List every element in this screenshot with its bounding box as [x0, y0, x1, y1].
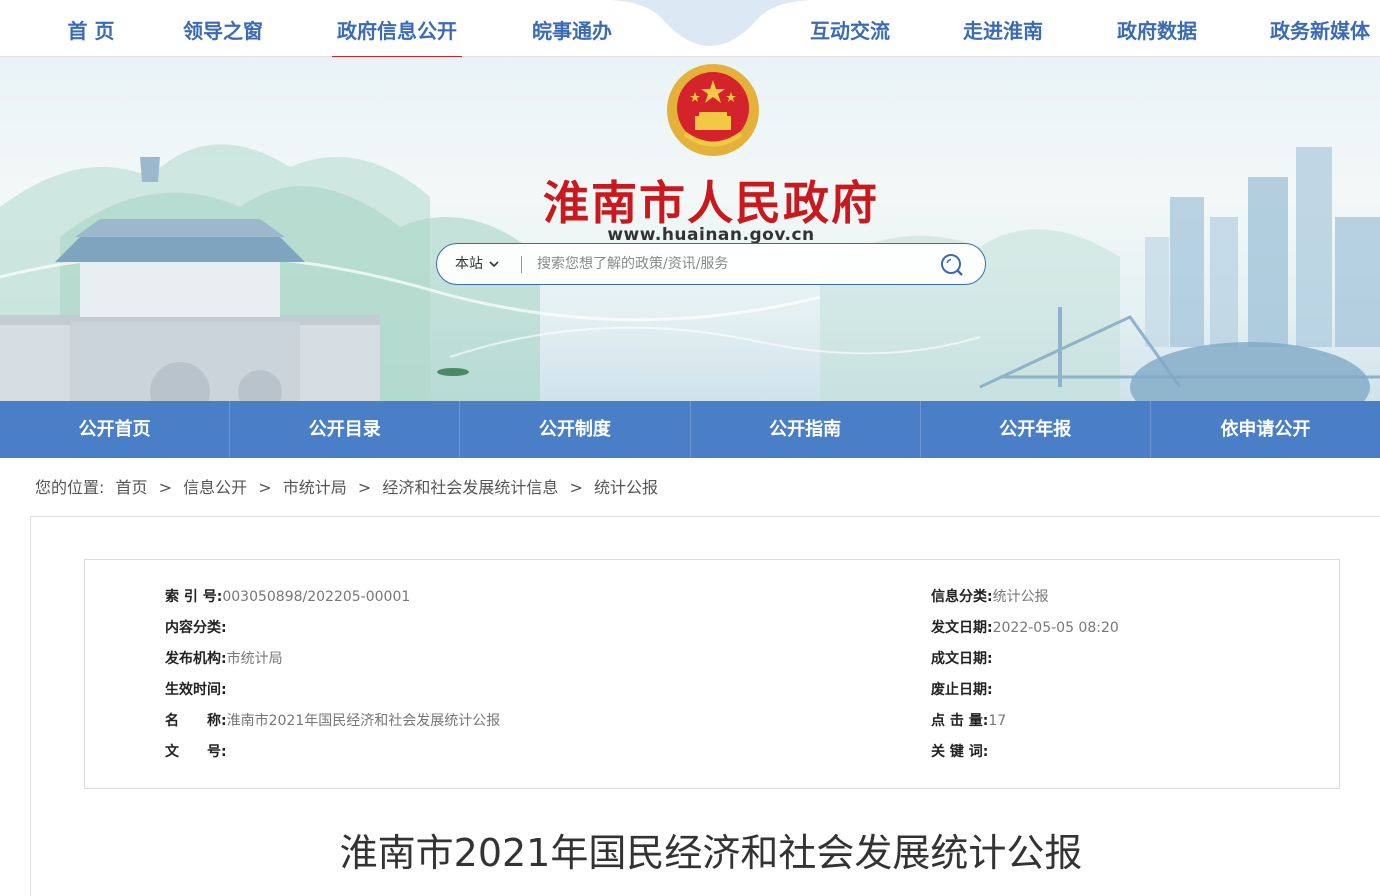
site-title: 淮南市人民政府: [543, 176, 879, 230]
nav-item-about[interactable]: 走进淮南: [958, 0, 1048, 57]
search-bar: 本站: [436, 243, 986, 285]
meta-label: 文 号:: [165, 744, 227, 760]
breadcrumb-link-bureau[interactable]: 市统计局: [283, 478, 347, 497]
meta-label: 废止日期:: [931, 682, 993, 698]
top-navigation: 首 页 领导之窗 政府信息公开 皖事通办 互动交流 走进淮南 政府数据 政务新媒…: [0, 0, 1380, 58]
header-banner: 淮南市人民政府 www.huainan.gov.cn: [0, 57, 1380, 401]
meta-value: 淮南市2021年国民经济和社会发展统计公报: [226, 713, 501, 729]
meta-index-number: 索 引 号:003050898/202205-00001: [165, 587, 410, 607]
nav-item-services[interactable]: 皖事通办: [528, 0, 616, 57]
meta-expiry-date: 废止日期:: [931, 680, 993, 700]
breadcrumb-separator: >: [158, 478, 173, 497]
search-scope-label: 本站: [455, 256, 483, 272]
document-metadata-table: 索 引 号:003050898/202205-00001 内容分类: 发布机构:…: [84, 559, 1340, 789]
breadcrumb-link-category[interactable]: 经济和社会发展统计信息: [382, 478, 558, 497]
breadcrumb-link-home[interactable]: 首页: [116, 478, 148, 497]
meta-publisher: 发布机构:市统计局: [165, 649, 283, 669]
meta-document-number: 文 号:: [165, 742, 227, 762]
meta-label: 点 击 量:: [931, 713, 989, 729]
nav-item-data[interactable]: 政府数据: [1112, 0, 1202, 57]
meta-label: 名 称:: [165, 713, 227, 729]
meta-value: 2022-05-05 08:20: [992, 620, 1119, 636]
subnav-item-system[interactable]: 公开制度: [460, 401, 691, 458]
breadcrumb-separator: >: [357, 478, 372, 497]
nav-item-leaders[interactable]: 领导之窗: [178, 0, 268, 57]
breadcrumb: 您的位置: 首页 > 信息公开 > 市统计局 > 经济和社会发展统计信息 > 统…: [35, 476, 658, 500]
meta-issue-date: 发文日期:2022-05-05 08:20: [931, 618, 1119, 638]
chevron-down-icon: [489, 261, 500, 268]
meta-written-date: 成文日期:: [931, 649, 993, 669]
subnav-item-home[interactable]: 公开首页: [0, 401, 231, 458]
meta-label: 信息分类:: [931, 589, 993, 605]
meta-label: 索 引 号:: [165, 589, 223, 605]
national-emblem-icon: [667, 64, 759, 156]
nav-notch-decoration: [610, 0, 810, 46]
search-icon[interactable]: [939, 252, 965, 278]
breadcrumb-link-info[interactable]: 信息公开: [183, 478, 247, 497]
breadcrumb-prefix: 您的位置:: [35, 478, 105, 497]
meta-label: 发文日期:: [931, 620, 993, 636]
search-input[interactable]: [537, 248, 927, 280]
meta-value: 统计公报: [992, 589, 1049, 605]
breadcrumb-link-current[interactable]: 统计公报: [594, 478, 658, 497]
nav-item-new-media[interactable]: 政务新媒体: [1265, 0, 1375, 57]
meta-view-count: 点 击 量:17: [931, 711, 1006, 731]
meta-content-category: 内容分类:: [165, 618, 227, 638]
nav-item-interaction[interactable]: 互动交流: [806, 0, 894, 57]
meta-keywords: 关 键 词:: [931, 742, 988, 762]
search-divider: [521, 256, 522, 273]
breadcrumb-separator: >: [258, 478, 272, 497]
meta-label: 内容分类:: [165, 620, 227, 636]
nav-item-gov-info[interactable]: 政府信息公开: [332, 0, 462, 58]
meta-label: 成文日期:: [931, 651, 993, 667]
breadcrumb-separator: >: [569, 478, 583, 497]
subnav-item-annual-report[interactable]: 公开年报: [921, 401, 1151, 458]
nav-item-home[interactable]: 首 页: [60, 0, 122, 57]
meta-label: 关 键 词:: [931, 744, 989, 760]
meta-label: 生效时间:: [165, 682, 227, 698]
search-scope-select[interactable]: 本站: [455, 244, 500, 284]
info-disclosure-nav: 公开首页 公开目录 公开制度 公开指南 公开年报 依申请公开: [0, 401, 1380, 458]
subnav-item-guide[interactable]: 公开指南: [691, 401, 921, 458]
meta-value: 17: [988, 713, 1007, 729]
meta-value: 003050898/202205-00001: [222, 589, 411, 605]
subnav-item-apply[interactable]: 依申请公开: [1151, 401, 1380, 458]
subnav-item-catalog[interactable]: 公开目录: [230, 401, 461, 458]
meta-info-category: 信息分类:统计公报: [931, 587, 1049, 607]
meta-name: 名 称:淮南市2021年国民经济和社会发展统计公报: [165, 711, 500, 731]
meta-effective-date: 生效时间:: [165, 680, 227, 700]
article-title: 淮南市2021年国民经济和社会发展统计公报: [339, 831, 1083, 875]
site-url: www.huainan.gov.cn: [607, 225, 815, 245]
meta-value: 市统计局: [226, 651, 283, 667]
meta-label: 发布机构:: [165, 651, 227, 667]
